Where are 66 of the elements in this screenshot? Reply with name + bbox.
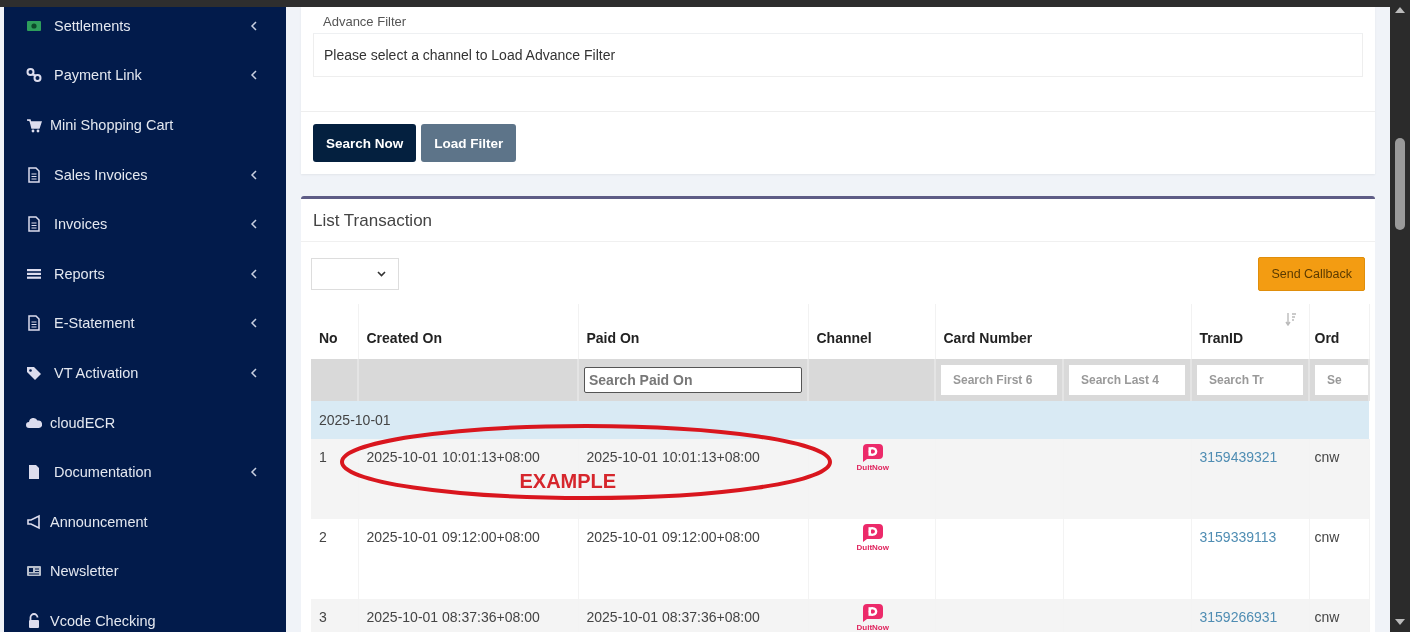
cart-icon [26,117,42,133]
sidebar-item[interactable]: Reports [4,248,286,299]
table-cell: cnw [1314,449,1340,465]
chevron-down-icon [377,271,386,277]
scroll-up-icon[interactable] [1395,6,1405,14]
table-cell: 2025-10-01 08:37:36+08:00 [366,609,540,625]
chat-bubble-icon [861,603,884,623]
channel-logo: DuitNow [856,443,889,472]
panel-title: List Transaction [301,199,1375,242]
table-cell: cnw [1314,609,1340,625]
scroll-down-icon[interactable] [1395,618,1405,626]
table-cell: 2025-10-01 08:37:36+08:00 [586,609,760,625]
link-icon [26,67,42,84]
table-cell: 2025-10-01 10:01:13+08:00 [366,449,540,465]
channel-logo: DuitNow [856,603,889,632]
megaphone-icon [26,513,42,530]
file-icon [26,464,42,481]
load-filter-button[interactable]: Load Filter [421,124,517,162]
sidebar-item[interactable]: E-Statement [4,298,286,349]
column-header: TranID [1199,330,1244,346]
search-field[interactable]: Search First 6 [941,365,1057,395]
group-date: 2025-10-01 [319,412,391,428]
table-cell: 2025-10-01 10:01:13+08:00 [586,449,760,465]
info-message: Please select a channel to Load Advance Filter [324,47,616,63]
chat-bubble-icon [861,523,884,543]
panel-title: Advance Filter [322,13,408,31]
sidebar-item[interactable]: Newsletter [4,546,286,597]
search-field[interactable]: Se [1315,365,1368,395]
document-icon [26,315,42,332]
send-callback-button[interactable]: Send Callback [1258,257,1365,291]
column-header: Created On [366,330,442,346]
row-number: 3 [319,609,327,625]
column-header: Card Number [943,330,1033,346]
search-field[interactable]: Search Paid On [584,367,802,393]
row-number: 1 [319,449,327,465]
sidebar-item[interactable]: Announcement [4,496,286,547]
sidebar-item[interactable]: cloudECR [4,397,286,448]
sidebar-item[interactable]: Settlements [4,7,286,51]
search-button[interactable]: Search Now [313,124,417,162]
table-cell: 2025-10-01 09:12:00+08:00 [586,529,760,545]
table-cell: cnw [1314,529,1340,545]
sidebar-item[interactable]: Sales Invoices [4,149,286,200]
column-header: Channel [816,330,872,346]
transaction-link[interactable]: 3159339113 [1199,529,1277,545]
channel-logo: DuitNow [856,523,889,552]
chat-bubble-icon [861,443,884,463]
tag-icon [26,364,42,381]
sidebar-item[interactable]: VT Activation [4,348,286,398]
search-field[interactable]: Search Last 4 [1069,365,1185,395]
lock-icon [26,612,42,629]
column-header: Paid On [586,330,640,346]
sidebar-item[interactable]: Payment Link [4,50,286,101]
sidebar-item[interactable]: Documentation [4,447,286,497]
column-header: No [319,330,338,346]
document-icon [26,216,42,233]
scrollbar-thumb[interactable] [1395,138,1405,230]
column-header: Ord [1314,330,1340,346]
search-field[interactable]: Search Tr [1197,365,1303,395]
scrollbar[interactable] [1390,0,1410,632]
row-number: 2 [319,529,327,545]
table-cell: 2025-10-01 09:12:00+08:00 [366,529,540,545]
sidebar-item[interactable]: Invoices [4,199,286,249]
annotation-label: EXAMPLE [519,470,617,493]
document-icon [26,166,42,183]
sidebar-item[interactable]: Mini Shopping Cart [4,100,286,150]
sidebar-item[interactable]: Vcode Checking [4,596,286,632]
